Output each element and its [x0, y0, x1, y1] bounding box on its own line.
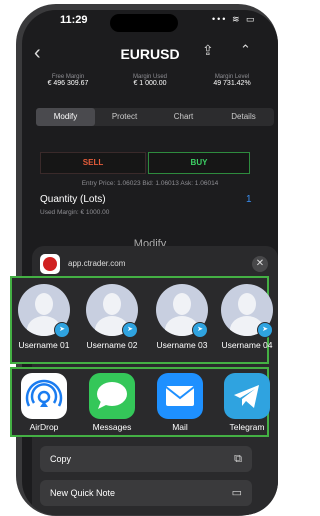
- messages-icon: [89, 373, 135, 419]
- used-margin: Used Margin: € 1000.00: [40, 209, 110, 216]
- stat-margin-level: Margin Level 49 731.42%: [192, 74, 272, 87]
- share-sheet-header: app.ctrader.com ✕: [40, 254, 270, 278]
- action-label: Copy: [50, 454, 72, 464]
- contact-name: Username 01: [18, 340, 70, 350]
- app-airdrop[interactable]: AirDrop: [14, 373, 74, 432]
- telegram-badge-icon: ➤: [257, 322, 273, 338]
- share-url: app.ctrader.com: [68, 259, 126, 268]
- contacts-row: ➤ Username 01 ➤ Username 02 ➤ Username 0…: [10, 276, 273, 364]
- app-name: Mail: [172, 422, 188, 432]
- new-quick-note-action[interactable]: New Quick Note ▭: [40, 480, 252, 506]
- action-label: New Quick Note: [50, 488, 116, 498]
- price-info: Entry Price: 1.06023 Bid: 1.06013 Ask: 1…: [81, 180, 219, 187]
- close-icon[interactable]: ✕: [252, 256, 268, 272]
- chevron-up-icon[interactable]: ⌃: [240, 42, 251, 58]
- quantity-value[interactable]: 1: [246, 194, 252, 205]
- contact-name: Username 03: [156, 340, 208, 350]
- telegram-badge-icon: ➤: [192, 322, 208, 338]
- screen: 11:29 ••• ≋ ▭ ‹ EURUSD ⇪ ⌃ Free Margin €…: [22, 10, 278, 515]
- apps-row: AirDrop Messages Mail Telegram: [10, 367, 270, 437]
- ctrader-logo-icon: [40, 254, 60, 274]
- app-telegram[interactable]: Telegram: [217, 373, 277, 432]
- share-icon[interactable]: ⇪: [202, 42, 214, 59]
- quantity-label: Quantity (Lots): [40, 194, 106, 205]
- status-icons: ••• ≋ ▭: [212, 14, 257, 24]
- app-name: Messages: [92, 422, 132, 432]
- copy-action[interactable]: Copy ⧉: [40, 446, 252, 472]
- stat-free-margin: Free Margin € 496 309.67: [28, 74, 108, 87]
- stat-margin-used: Margin Used € 1 000.00: [110, 74, 190, 87]
- telegram-badge-icon: ➤: [54, 322, 70, 338]
- stat-value: € 1 000.00: [133, 80, 167, 87]
- contact-item[interactable]: ➤ Username 01: [14, 284, 74, 350]
- app-mail[interactable]: Mail: [150, 373, 210, 432]
- quick-note-icon: ▭: [231, 487, 242, 499]
- order-panel: SELL BUY Entry Price: 1.06023 Bid: 1.060…: [22, 134, 278, 254]
- dynamic-island: [110, 14, 178, 32]
- status-time: 11:29: [60, 14, 88, 26]
- account-stats: Free Margin € 496 309.67 Margin Used € 1…: [22, 74, 278, 100]
- app-name: Telegram: [229, 422, 265, 432]
- contact-item[interactable]: ➤ Username 02: [82, 284, 142, 350]
- contact-item[interactable]: ➤ Username 04: [217, 284, 277, 350]
- tab-chart[interactable]: Chart: [154, 108, 213, 126]
- sell-button[interactable]: SELL: [40, 152, 146, 174]
- telegram-badge-icon: ➤: [122, 322, 138, 338]
- buy-button[interactable]: BUY: [148, 152, 250, 174]
- contact-item[interactable]: ➤ Username 03: [152, 284, 212, 350]
- app-messages[interactable]: Messages: [82, 373, 142, 432]
- mail-icon: [157, 373, 203, 419]
- stat-value: 49 731.42%: [213, 80, 251, 87]
- tab-protect[interactable]: Protect: [95, 108, 154, 126]
- airdrop-icon: [21, 373, 67, 419]
- tab-modify[interactable]: Modify: [36, 108, 95, 126]
- contact-name: Username 02: [86, 340, 138, 350]
- contact-name: Username 04: [221, 340, 273, 350]
- tab-bar: Modify Protect Chart Details: [36, 108, 274, 126]
- copy-icon: ⧉: [234, 453, 242, 465]
- stat-value: € 496 309.67: [47, 80, 89, 87]
- tab-details[interactable]: Details: [214, 108, 273, 126]
- telegram-icon: [224, 373, 270, 419]
- app-name: AirDrop: [29, 422, 59, 432]
